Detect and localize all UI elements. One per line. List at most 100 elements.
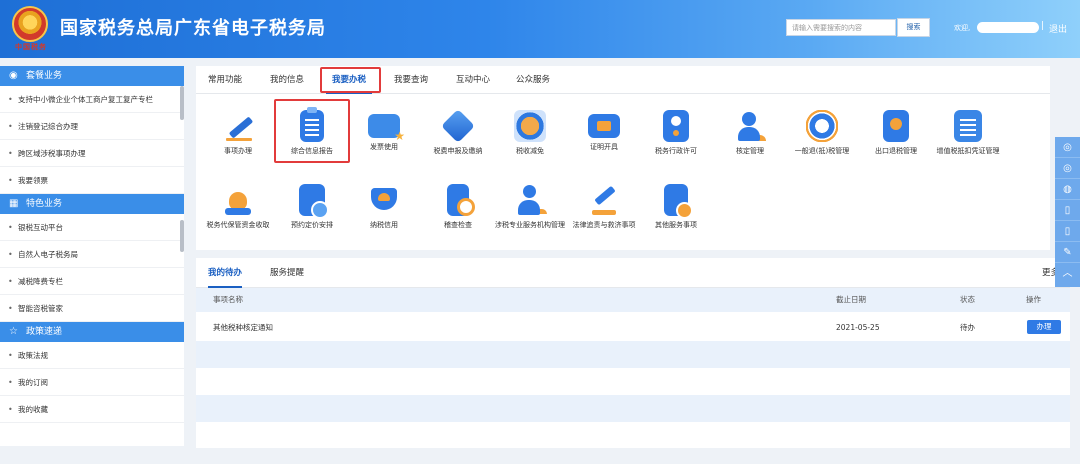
highlight-box-tab xyxy=(320,67,381,93)
credit-icon xyxy=(368,184,400,216)
sidebar-item[interactable]: 跨区域涉税事项办理 xyxy=(0,140,184,167)
todo-tabs: 我的待办 服务提醒 更多 xyxy=(196,258,1070,288)
service-item-other[interactable]: 其他服务事项 xyxy=(638,184,714,231)
service-label: 其他服务事项 xyxy=(655,221,697,229)
top-header: 中国税务 国家税务总局广东省电子税务局 请输入需要搜索的内容 搜索 欢迎, | … xyxy=(0,0,1080,58)
sidebar-item[interactable]: 减税降费专栏 xyxy=(0,268,184,295)
tab-query[interactable]: 我要查询 xyxy=(388,66,434,94)
other-doc-icon xyxy=(664,184,693,219)
handle-button[interactable]: 办理 xyxy=(1027,320,1061,334)
service-item-vat-deduction[interactable]: 增值税抵扣凭证管理 xyxy=(930,110,1006,157)
chip-icon xyxy=(954,110,982,142)
sidebar-section-package[interactable]: ◉ 套餐业务 xyxy=(0,66,184,86)
edit-icon[interactable]: ✎ xyxy=(1055,242,1080,263)
tab-interaction[interactable]: 互动中心 xyxy=(450,66,496,94)
service-item-agency[interactable]: 涉税专业服务机构管理 xyxy=(492,184,568,231)
gavel-icon xyxy=(588,184,620,216)
share-icon[interactable]: ◍ xyxy=(1055,179,1080,200)
license-icon xyxy=(663,110,689,142)
section-title: 特色业务 xyxy=(26,199,63,209)
tab-common[interactable]: 常用功能 xyxy=(200,66,250,94)
phone-icon[interactable]: ▯ xyxy=(1055,200,1080,221)
sidebar-item[interactable]: 支持中小微企业个体工商户复工复产专栏 xyxy=(0,86,184,113)
service-item-license[interactable]: 税务行政许可 xyxy=(638,110,714,157)
service-item-approval[interactable]: 核定管理 xyxy=(712,110,788,157)
welcome-text: 欢迎, xyxy=(954,24,971,32)
search-input[interactable]: 请输入需要搜索的内容 xyxy=(786,19,896,36)
row-deadline: 2021-05-25 xyxy=(836,323,880,332)
service-item-certificate[interactable]: 证明开具 xyxy=(566,110,642,153)
tab-public-service[interactable]: 公众服务 xyxy=(510,66,556,94)
table-header: 事项名称 截止日期 状态 操作 xyxy=(196,288,1070,312)
highlight-box-service xyxy=(274,99,350,163)
export-icon xyxy=(883,110,909,142)
tab-my-info[interactable]: 我的信息 xyxy=(264,66,310,94)
sidebar-item[interactable]: 注销登记综合办理 xyxy=(0,113,184,140)
emblem-caption: 中国税务 xyxy=(15,42,47,51)
tab-my-todo[interactable]: 我的待办 xyxy=(208,258,243,288)
service-item-pricing[interactable]: 预约定价安排 xyxy=(274,184,350,231)
certificate-icon xyxy=(588,114,620,138)
inspection-icon xyxy=(447,184,475,216)
section-title: 套餐业务 xyxy=(26,71,63,81)
service-item-legal[interactable]: 法律追责与救济事项 xyxy=(566,184,642,231)
row-name: 其他税种核定通知 xyxy=(213,323,273,332)
invoice-icon xyxy=(368,114,405,143)
table-row-empty xyxy=(196,341,1070,368)
sidebar-item[interactable]: 我要领票 xyxy=(0,167,184,194)
sidebar-item[interactable]: 智能咨税管家 xyxy=(0,295,184,322)
service-label: 涉税专业服务机构管理 xyxy=(495,221,565,229)
sidebar-scrollbar[interactable] xyxy=(180,220,184,252)
float-toolbar: ◎ ◎ ◍ ▯ ▯ ✎ ︿ xyxy=(1055,137,1080,287)
service-label: 发票使用 xyxy=(370,143,398,151)
service-label: 纳税信用 xyxy=(370,221,398,229)
refund-icon xyxy=(806,110,838,142)
service-label: 税务代保管资金收取 xyxy=(206,221,270,229)
section-title: 政策速递 xyxy=(26,327,63,337)
col-action: 操作 xyxy=(1026,295,1041,304)
service-item-credit[interactable]: 纳税信用 xyxy=(346,184,422,231)
package-icon: ◉ xyxy=(9,70,18,81)
service-item-affairs[interactable]: 事项办理 xyxy=(200,110,276,157)
service-item-invoice[interactable]: 发票使用 xyxy=(346,110,422,153)
up-arrow-icon[interactable]: ︿ xyxy=(1055,263,1080,284)
tax-declare-icon xyxy=(441,109,475,143)
wechat-icon[interactable]: ◎ xyxy=(1055,137,1080,158)
service-label: 事项办理 xyxy=(224,147,252,155)
service-label: 税费申报及缴纳 xyxy=(433,147,483,155)
table-row-empty xyxy=(196,395,1070,422)
sidebar-section-policy[interactable]: ☆ 政策速递 xyxy=(0,322,184,342)
row-status: 待办 xyxy=(960,323,975,332)
todo-panel: 我的待办 服务提醒 更多 事项名称 截止日期 状态 操作 其他税种核定通知 20… xyxy=(196,258,1070,448)
header-separator: | xyxy=(1041,21,1045,31)
sidebar-item[interactable]: 政策法规 xyxy=(0,342,184,369)
service-label: 税收减免 xyxy=(516,147,544,155)
table-row-empty xyxy=(196,368,1070,395)
person-gear-icon xyxy=(734,110,766,142)
mobile-icon[interactable]: ▯ xyxy=(1055,221,1080,242)
service-label: 税务行政许可 xyxy=(655,147,697,155)
username-field xyxy=(977,22,1039,33)
service-item-custody-funds[interactable]: 税务代保管资金收取 xyxy=(200,184,276,231)
service-item-export-refund[interactable]: 出口退税管理 xyxy=(858,110,934,157)
tab-service-reminder[interactable]: 服务提醒 xyxy=(270,258,304,288)
service-item-inspection[interactable]: 稽查检查 xyxy=(420,184,496,231)
service-item-refund[interactable]: 一般退(抵)税管理 xyxy=(784,110,860,157)
service-item-declare[interactable]: 税费申报及缴纳 xyxy=(420,109,496,157)
service-item-reduction[interactable]: 税收减免 xyxy=(492,110,568,157)
site-title: 国家税务总局广东省电子税务局 xyxy=(60,18,326,39)
sidebar-item[interactable]: 我的订阅 xyxy=(0,369,184,396)
sidebar-item[interactable]: 自然人电子税务局 xyxy=(0,241,184,268)
logout-link[interactable]: 退出 xyxy=(1049,22,1067,35)
sidebar-section-special[interactable]: ▦ 特色业务 xyxy=(0,194,184,214)
col-name: 事项名称 xyxy=(213,295,243,304)
money-bag-icon xyxy=(222,184,254,216)
weibo-icon[interactable]: ◎ xyxy=(1055,158,1080,179)
sidebar-item[interactable]: 银税互动平台 xyxy=(0,214,184,241)
search-button[interactable]: 搜索 xyxy=(897,18,930,37)
sidebar-scrollbar[interactable] xyxy=(180,86,184,120)
service-label: 增值税抵扣凭证管理 xyxy=(936,147,1000,155)
sidebar-item[interactable]: 我的收藏 xyxy=(0,396,184,423)
service-label: 出口退税管理 xyxy=(875,147,917,155)
table-row: 其他税种核定通知 2021-05-25 待办 办理 xyxy=(196,314,1070,341)
